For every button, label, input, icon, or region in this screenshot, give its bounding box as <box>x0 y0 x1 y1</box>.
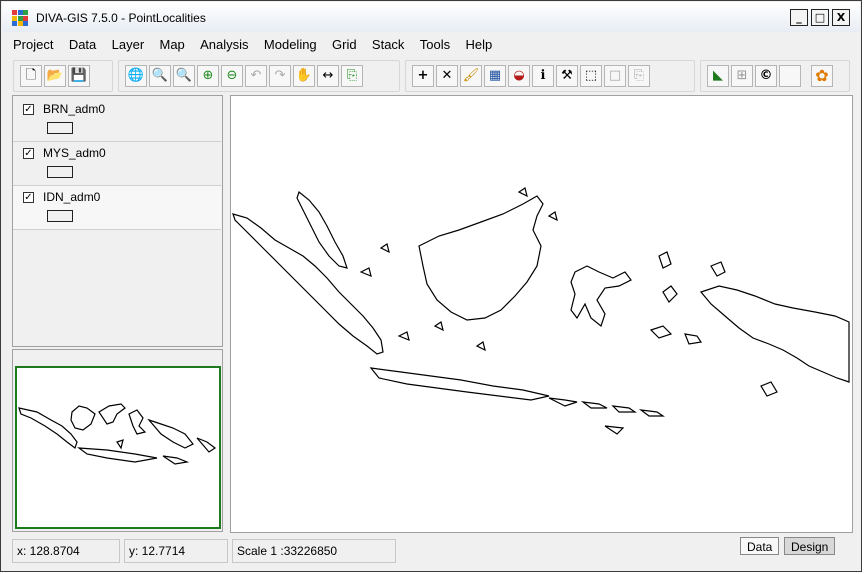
close-button[interactable]: X <box>832 9 850 26</box>
new-doc-icon[interactable]: 🗋 <box>20 65 42 87</box>
menu-map[interactable]: Map <box>160 37 185 52</box>
tab-design[interactable]: Design <box>784 537 836 555</box>
blank-icon[interactable] <box>779 65 801 87</box>
layer-visibility-checkbox[interactable]: ✓ <box>23 148 34 159</box>
title-bar[interactable]: DIVA-GIS 7.5.0 - PointLocalities _ □ X <box>2 2 860 32</box>
hammer-icon[interactable]: ⚒ <box>556 65 578 87</box>
table-icon[interactable]: ▦ <box>484 65 506 87</box>
measure-icon[interactable]: ↔ <box>317 65 339 87</box>
folder-open-icon[interactable]: 📂 <box>44 65 66 87</box>
layer-item-idn[interactable]: ✓ IDN_adm0 <box>13 186 221 230</box>
undo-icon[interactable]: ↶ <box>245 65 267 87</box>
feature-icon[interactable]: ◣ <box>707 65 729 87</box>
menu-tools[interactable]: Tools <box>420 37 450 52</box>
menu-help[interactable]: Help <box>465 37 492 52</box>
status-bar: x: 128.8704 y: 12.7714 Scale 1 :33226850… <box>12 536 855 566</box>
layer-item-mys[interactable]: ✓ MYS_adm0 <box>13 142 221 186</box>
overview-extent-frame[interactable] <box>15 366 221 529</box>
app-logo-icon <box>12 10 28 26</box>
zoom-selection-icon[interactable]: 🔍 <box>173 65 195 87</box>
layer-symbol-swatch[interactable] <box>47 122 73 134</box>
layer-name: MYS_adm0 <box>43 146 106 160</box>
window-title: DIVA-GIS 7.5.0 - PointLocalities <box>36 11 206 25</box>
map-drawing <box>232 187 850 435</box>
menu-stack[interactable]: Stack <box>372 37 405 52</box>
maximize-button[interactable]: □ <box>811 9 829 26</box>
menu-project[interactable]: Project <box>13 37 53 52</box>
toolbar: 🗋 📂 💾 🌐 🔍 🔍 ⊕ ⊖ ↶ ↷ ✋ ↔ ⎘ + ✕ 🖌 ▦ ◒ ℹ ⚒ … <box>13 60 853 92</box>
redo-icon[interactable]: ↷ <box>269 65 291 87</box>
menu-data[interactable]: Data <box>69 37 96 52</box>
layer-visibility-checkbox[interactable]: ✓ <box>23 192 34 203</box>
zoom-layer-icon[interactable]: 🔍 <box>149 65 171 87</box>
menu-analysis[interactable]: Analysis <box>200 37 248 52</box>
menu-bar: Project Data Layer Map Analysis Modeling… <box>13 37 504 55</box>
zoom-in-icon[interactable]: ⊕ <box>197 65 219 87</box>
select-icon[interactable]: ⬚ <box>580 65 602 87</box>
globe-icon[interactable]: 🌐 <box>125 65 147 87</box>
plus-icon[interactable]: + <box>412 65 434 87</box>
menu-layer[interactable]: Layer <box>112 37 145 52</box>
c-icon[interactable]: © <box>755 65 777 87</box>
layer-symbol-swatch[interactable] <box>47 210 73 222</box>
copy-map-icon[interactable]: ⎘ <box>341 65 363 87</box>
overview-map-panel <box>12 349 223 532</box>
delete-icon[interactable]: ✕ <box>436 65 458 87</box>
map-canvas[interactable] <box>230 95 853 533</box>
info-icon[interactable]: ℹ <box>532 65 554 87</box>
status-x-coordinate: x: 128.8704 <box>12 539 120 563</box>
blank-icon[interactable]: □ <box>604 65 626 87</box>
save-icon[interactable]: 💾 <box>68 65 90 87</box>
menu-grid[interactable]: Grid <box>332 37 357 52</box>
tab-data[interactable]: Data <box>740 537 780 555</box>
toolbar-group-edit: + ✕ 🖌 ▦ ◒ ℹ ⚒ ⬚ □ ⎘ <box>405 60 695 92</box>
minimize-button[interactable]: _ <box>790 9 808 26</box>
layer-visibility-checkbox[interactable]: ✓ <box>23 104 34 115</box>
layer-item-brn[interactable]: ✓ BRN_adm0 <box>13 98 221 142</box>
toolbar-group-navigation: 🌐 🔍 🔍 ⊕ ⊖ ↶ ↷ ✋ ↔ ⎘ <box>118 60 400 92</box>
flower-icon[interactable]: ✿ <box>811 65 833 87</box>
app-window: DIVA-GIS 7.5.0 - PointLocalities _ □ X P… <box>0 0 862 572</box>
overview-map-drawing <box>18 403 217 465</box>
status-y-coordinate: y: 12.7714 <box>124 539 228 563</box>
layer-legend-panel: ✓ BRN_adm0 ✓ MYS_adm0 ✓ IDN_adm0 <box>12 95 223 347</box>
toolbar-group-file: 🗋 📂 💾 <box>13 60 113 92</box>
layer-name: IDN_adm0 <box>43 190 101 204</box>
brush-icon[interactable]: 🖌 <box>460 65 482 87</box>
copy-feature-icon[interactable]: ⎘ <box>628 65 650 87</box>
grid-icon[interactable]: ⊞ <box>731 65 753 87</box>
zoom-out-icon[interactable]: ⊖ <box>221 65 243 87</box>
layer-name: BRN_adm0 <box>43 102 106 116</box>
query-icon[interactable]: ◒ <box>508 65 530 87</box>
layer-symbol-swatch[interactable] <box>47 166 73 178</box>
toolbar-group-extra: ◣ ⊞ © ✿ <box>700 60 850 92</box>
menu-modeling[interactable]: Modeling <box>264 37 317 52</box>
status-scale: Scale 1 :33226850 <box>232 539 396 563</box>
hand-icon[interactable]: ✋ <box>293 65 315 87</box>
